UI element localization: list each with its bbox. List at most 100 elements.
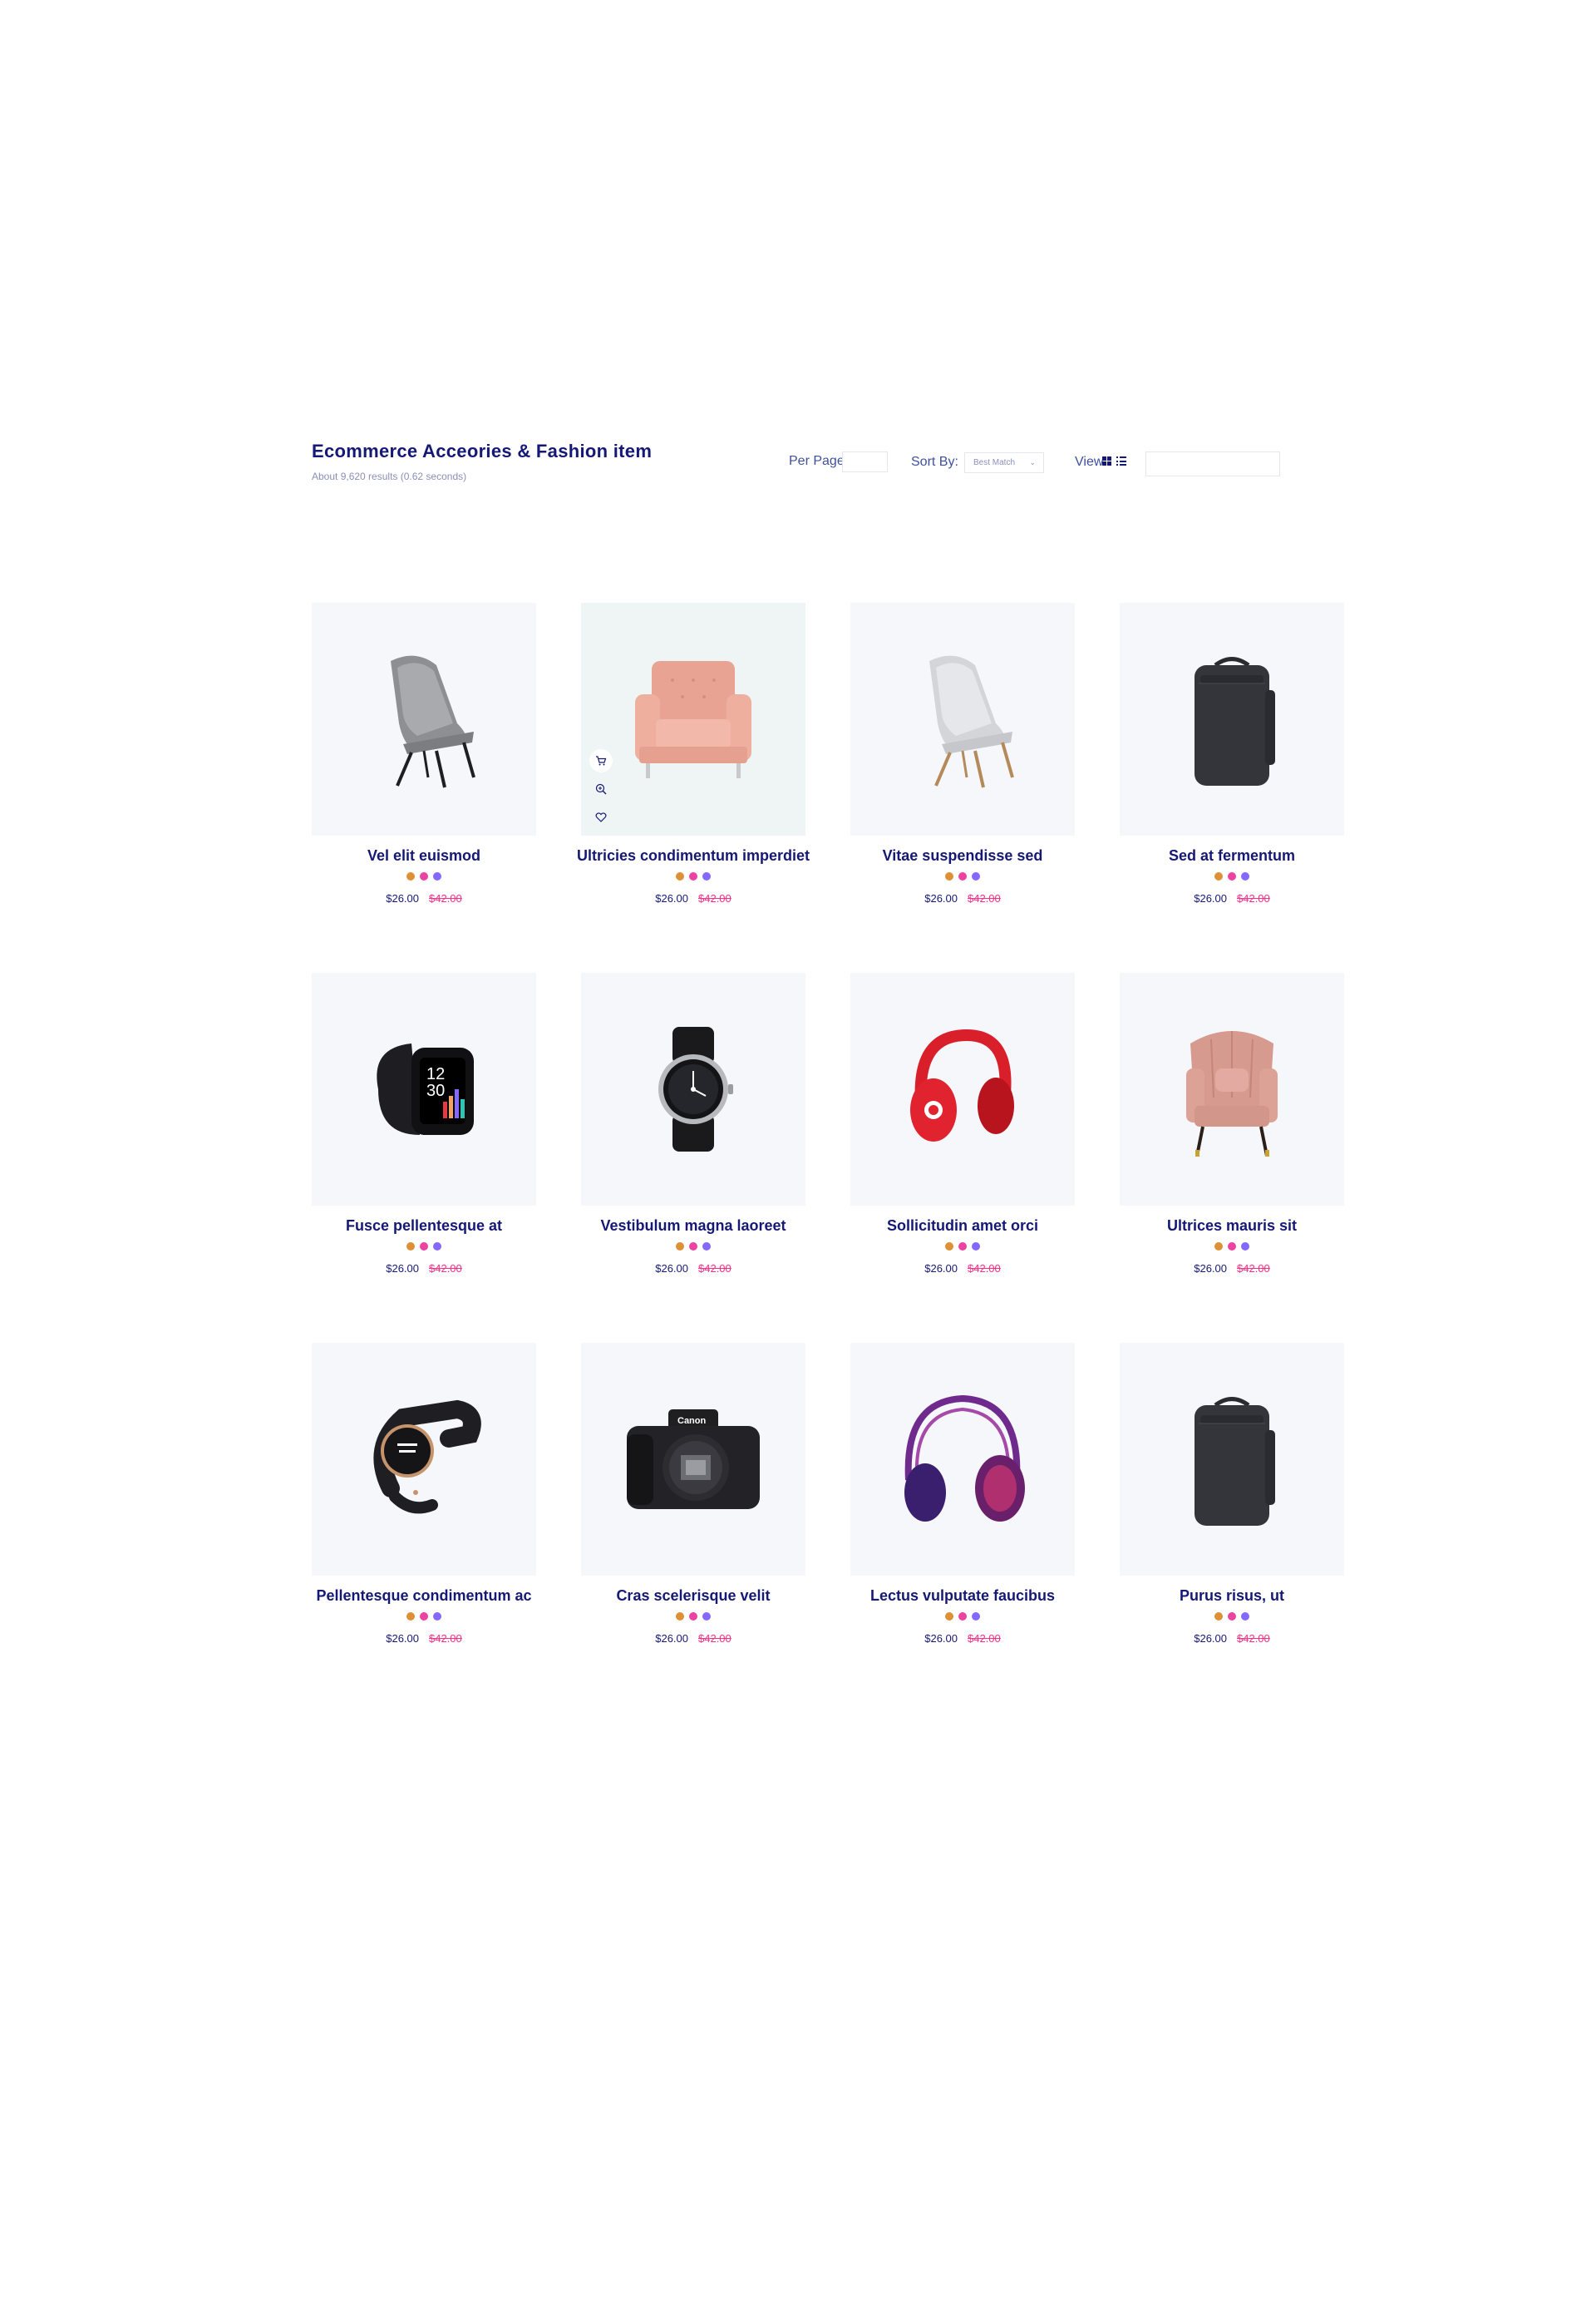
color-dot-orange[interactable] <box>945 872 953 881</box>
color-dot-pink[interactable] <box>689 872 697 881</box>
product-image[interactable]: 12 30 <box>312 973 536 1206</box>
product-card[interactable]: Pellentesque condimentum ac $26.00 $42.0… <box>312 1343 536 1713</box>
add-to-cart-button[interactable] <box>589 749 613 772</box>
color-dot-orange[interactable] <box>1214 1242 1223 1251</box>
product-image[interactable] <box>1120 973 1344 1206</box>
product-image[interactable]: Canon <box>581 1343 805 1576</box>
color-dot-pink[interactable] <box>689 1612 697 1621</box>
color-dot-orange[interactable] <box>945 1612 953 1621</box>
wishlist-button[interactable] <box>589 806 613 829</box>
color-dot-purple[interactable] <box>972 1242 980 1251</box>
white-lounge-chair-image <box>929 655 1014 788</box>
zoom-in-icon <box>595 783 607 795</box>
color-dot-pink[interactable] <box>1228 1242 1236 1251</box>
product-image[interactable] <box>850 973 1075 1206</box>
color-dot-purple[interactable] <box>702 1242 711 1251</box>
fitness-band-image <box>373 1399 481 1514</box>
search-input[interactable] <box>1145 451 1280 476</box>
price: $26.00 <box>924 1262 958 1275</box>
old-price: $42.00 <box>968 1262 1001 1275</box>
product-card[interactable]: 12 30 Fusce pellentesque at $26.00 $42.0… <box>312 973 536 1343</box>
price: $26.00 <box>655 1632 688 1645</box>
color-dot-orange[interactable] <box>406 1612 415 1621</box>
product-name[interactable]: Lectus vulputate faucibus <box>834 1587 1091 1605</box>
product-card[interactable]: Purus risus, ut $26.00 $42.00 <box>1120 1343 1344 1713</box>
color-dot-pink[interactable] <box>1228 1612 1236 1621</box>
color-dot-purple[interactable] <box>1241 1242 1249 1251</box>
color-swatches <box>581 1242 805 1251</box>
color-dot-purple[interactable] <box>1241 872 1249 881</box>
grid-view-icon[interactable] <box>1102 456 1111 466</box>
svg-text:12: 12 <box>426 1065 445 1083</box>
color-dot-orange[interactable] <box>945 1242 953 1251</box>
product-image[interactable] <box>312 1343 536 1576</box>
color-dot-pink[interactable] <box>958 1242 967 1251</box>
color-dot-orange[interactable] <box>1214 1612 1223 1621</box>
color-swatches <box>850 1612 1075 1621</box>
svg-text:Canon: Canon <box>677 1416 707 1426</box>
product-name[interactable]: Vestibulum magna laoreet <box>564 1217 822 1235</box>
product-image[interactable] <box>1120 1343 1344 1576</box>
color-dot-orange[interactable] <box>676 1612 684 1621</box>
color-dot-pink[interactable] <box>1228 872 1236 881</box>
product-card[interactable]: Ultrices mauris sit $26.00 $42.00 <box>1120 973 1344 1343</box>
product-card[interactable]: Lectus vulputate faucibus $26.00 $42.00 <box>850 1343 1075 1713</box>
color-dot-pink[interactable] <box>420 1612 428 1621</box>
color-dot-orange[interactable] <box>406 1242 415 1251</box>
product-image[interactable] <box>581 973 805 1206</box>
product-name[interactable]: Ultricies condimentum imperdiet <box>564 847 822 865</box>
product-card[interactable]: Vestibulum magna laoreet $26.00 $42.00 <box>581 973 805 1343</box>
product-card[interactable]: Sed at fermentum $26.00 $42.00 <box>1120 603 1344 973</box>
product-name[interactable]: Ultrices mauris sit <box>1103 1217 1361 1235</box>
product-image[interactable] <box>850 1343 1075 1576</box>
product-name[interactable]: Vel elit euismod <box>295 847 553 865</box>
sort-select[interactable]: Best Match ⌄ <box>964 452 1044 473</box>
product-name[interactable]: Vitae suspendisse sed <box>834 847 1091 865</box>
product-image[interactable] <box>850 603 1075 836</box>
product-image[interactable] <box>581 603 805 836</box>
color-dot-purple[interactable] <box>702 872 711 881</box>
old-price: $42.00 <box>1237 1262 1270 1275</box>
price-row: $26.00 $42.00 <box>581 1632 805 1645</box>
color-dot-orange[interactable] <box>676 1242 684 1251</box>
color-dot-purple[interactable] <box>1241 1612 1249 1621</box>
product-card[interactable]: Vel elit euismod $26.00 $42.00 <box>312 603 536 973</box>
price: $26.00 <box>386 892 419 905</box>
product-card[interactable]: Canon Cras scelerisque velit $26.00 $42.… <box>581 1343 805 1713</box>
color-dot-pink[interactable] <box>689 1242 697 1251</box>
price: $26.00 <box>1194 892 1227 905</box>
color-dot-orange[interactable] <box>676 872 684 881</box>
per-page-input[interactable] <box>842 451 888 472</box>
color-dot-pink[interactable] <box>958 872 967 881</box>
color-dot-purple[interactable] <box>433 1242 441 1251</box>
product-grid: Vel elit euismod $26.00 $42.00 Ultricies… <box>312 603 1347 1713</box>
product-card[interactable]: Ultricies condimentum imperdiet $26.00 $… <box>577 603 810 973</box>
pink-armchair-image <box>1186 1031 1278 1157</box>
product-name[interactable]: Purus risus, ut <box>1103 1587 1361 1605</box>
color-dot-pink[interactable] <box>420 872 428 881</box>
color-dot-pink[interactable] <box>958 1612 967 1621</box>
price-row: $26.00 $42.00 <box>850 1262 1075 1275</box>
color-dot-orange[interactable] <box>406 872 415 881</box>
product-card[interactable]: Sollicitudin amet orci $26.00 $42.00 <box>850 973 1075 1343</box>
color-dot-purple[interactable] <box>433 1612 441 1621</box>
color-dot-orange[interactable] <box>1214 872 1223 881</box>
color-dot-pink[interactable] <box>420 1242 428 1251</box>
dslr-camera-image: Canon <box>627 1409 760 1509</box>
product-name[interactable]: Fusce pellentesque at <box>295 1217 553 1235</box>
zoom-button[interactable] <box>589 777 613 801</box>
old-price: $42.00 <box>698 1262 732 1275</box>
color-dot-purple[interactable] <box>972 1612 980 1621</box>
product-image[interactable] <box>312 603 536 836</box>
color-dot-purple[interactable] <box>433 872 441 881</box>
color-dot-purple[interactable] <box>972 872 980 881</box>
product-image[interactable] <box>1120 603 1344 836</box>
product-name[interactable]: Sollicitudin amet orci <box>834 1217 1091 1235</box>
product-card[interactable]: Vitae suspendisse sed $26.00 $42.00 <box>850 603 1075 973</box>
color-dot-purple[interactable] <box>702 1612 711 1621</box>
product-name[interactable]: Sed at fermentum <box>1103 847 1361 865</box>
old-price: $42.00 <box>429 892 462 905</box>
product-name[interactable]: Cras scelerisque velit <box>564 1587 822 1605</box>
list-view-icon[interactable] <box>1116 456 1126 466</box>
product-name[interactable]: Pellentesque condimentum ac <box>295 1587 553 1605</box>
